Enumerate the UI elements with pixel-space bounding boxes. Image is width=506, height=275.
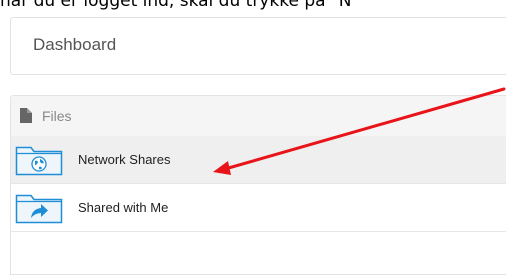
dashboard-panel[interactable]: Dashboard bbox=[10, 17, 506, 75]
files-header: Files bbox=[11, 96, 506, 137]
dashboard-title: Dashboard bbox=[33, 35, 117, 54]
shared-with-me-label: Shared with Me bbox=[78, 200, 169, 215]
file-icon bbox=[20, 108, 32, 123]
sidebar-item-shared-with-me[interactable]: Shared with Me bbox=[11, 184, 506, 232]
folder-share-icon bbox=[15, 194, 63, 224]
sidebar-item-network-shares[interactable]: Network Shares bbox=[11, 136, 506, 184]
folder-globe-icon bbox=[15, 146, 63, 176]
network-shares-label: Network Shares bbox=[78, 152, 171, 167]
files-header-label: Files bbox=[42, 108, 72, 124]
instruction-caption: når du er logget ind, skal du trykke på … bbox=[0, 0, 352, 11]
files-panel: Files Network Shares Shared with Me bbox=[10, 95, 506, 275]
